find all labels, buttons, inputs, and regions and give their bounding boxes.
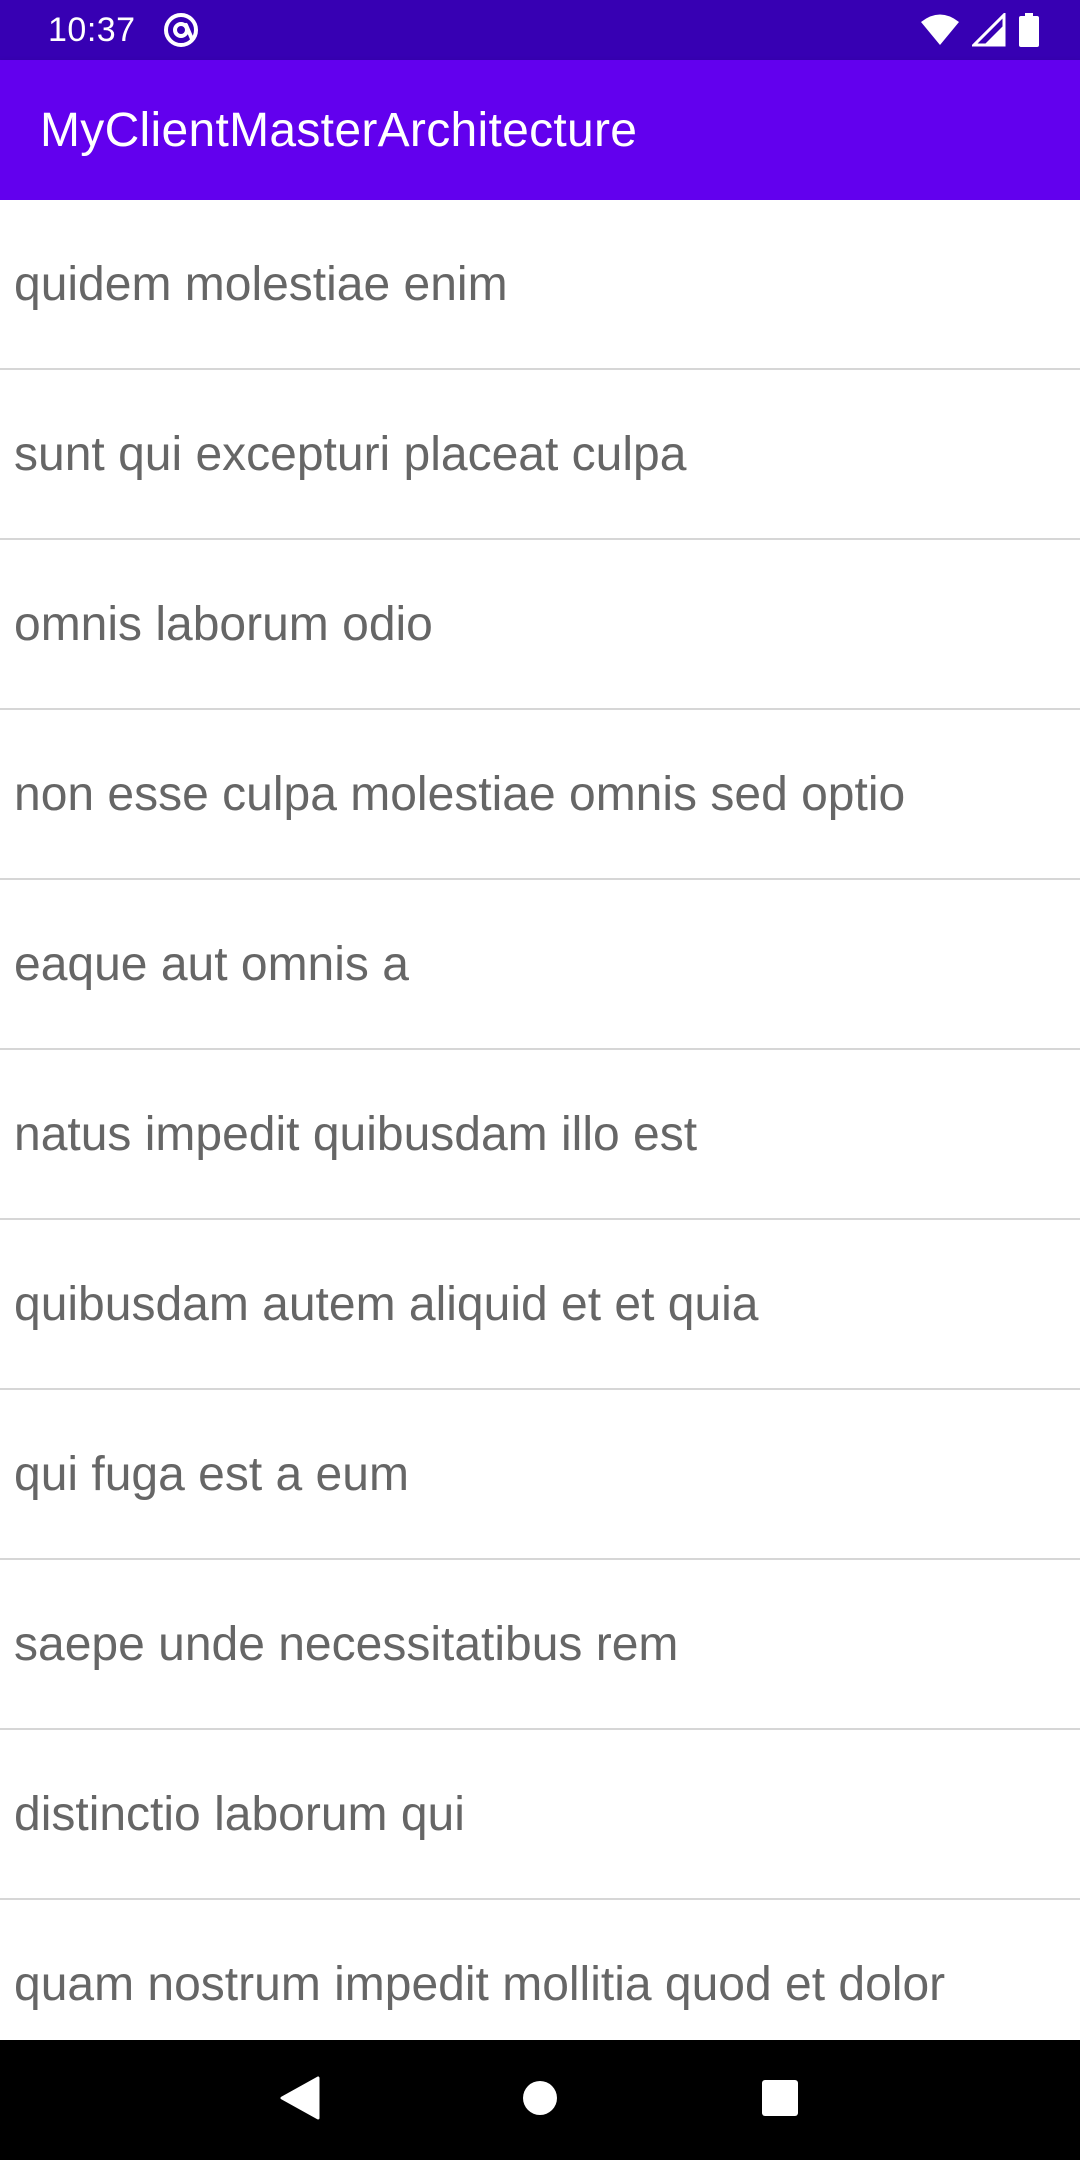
list-item[interactable]: eaque aut omnis a bbox=[0, 880, 1080, 1050]
list-item-text: quam nostrum impedit mollitia quod et do… bbox=[14, 1957, 946, 2011]
list-item-text: saepe unde necessitatibus rem bbox=[14, 1617, 679, 1671]
signal-icon bbox=[972, 13, 1006, 47]
home-icon bbox=[521, 2079, 559, 2122]
list-item[interactable]: qui fuga est a eum bbox=[0, 1390, 1080, 1560]
at-sign-icon bbox=[162, 11, 200, 49]
list-item[interactable]: non esse culpa molestiae omnis sed optio bbox=[0, 710, 1080, 880]
list-item[interactable]: omnis laborum odio bbox=[0, 540, 1080, 710]
list-item-text: distinctio laborum qui bbox=[14, 1787, 465, 1841]
list-item-text: qui fuga est a eum bbox=[14, 1447, 409, 1501]
navigation-bar bbox=[0, 2040, 1080, 2160]
list-item-text: quidem molestiae enim bbox=[14, 257, 508, 311]
app-title: MyClientMasterArchitecture bbox=[40, 103, 638, 157]
list-item-text: natus impedit quibusdam illo est bbox=[14, 1107, 698, 1161]
app-bar: MyClientMasterArchitecture bbox=[0, 60, 1080, 200]
list-item[interactable]: sunt qui excepturi placeat culpa bbox=[0, 370, 1080, 540]
status-time: 10:37 bbox=[48, 10, 136, 49]
list-item[interactable]: quibusdam autem aliquid et et quia bbox=[0, 1220, 1080, 1390]
item-list[interactable]: quidem molestiae enim sunt qui excepturi… bbox=[0, 200, 1080, 2040]
screen: 10:37 MyClientMasterArchitecture quidem … bbox=[0, 0, 1080, 2160]
recents-icon bbox=[761, 2079, 799, 2122]
list-item-text: omnis laborum odio bbox=[14, 597, 433, 651]
list-item-text: quibusdam autem aliquid et et quia bbox=[14, 1277, 759, 1331]
list-item-text: non esse culpa molestiae omnis sed optio bbox=[14, 767, 906, 821]
status-bar: 10:37 bbox=[0, 0, 1080, 60]
list-item[interactable]: saepe unde necessitatibus rem bbox=[0, 1560, 1080, 1730]
wifi-icon bbox=[920, 13, 960, 47]
status-right bbox=[920, 13, 1040, 47]
status-left: 10:37 bbox=[48, 11, 200, 50]
back-button[interactable] bbox=[255, 2055, 345, 2145]
recents-button[interactable] bbox=[735, 2055, 825, 2145]
home-button[interactable] bbox=[495, 2055, 585, 2145]
list-item-text: sunt qui excepturi placeat culpa bbox=[14, 427, 687, 481]
list-item[interactable]: distinctio laborum qui bbox=[0, 1730, 1080, 1900]
list-item[interactable]: quam nostrum impedit mollitia quod et do… bbox=[0, 1900, 1080, 2040]
back-icon bbox=[278, 2075, 322, 2126]
battery-icon bbox=[1018, 13, 1040, 47]
list-item[interactable]: quidem molestiae enim bbox=[0, 200, 1080, 370]
list-item-text: eaque aut omnis a bbox=[14, 937, 409, 991]
list-item[interactable]: natus impedit quibusdam illo est bbox=[0, 1050, 1080, 1220]
